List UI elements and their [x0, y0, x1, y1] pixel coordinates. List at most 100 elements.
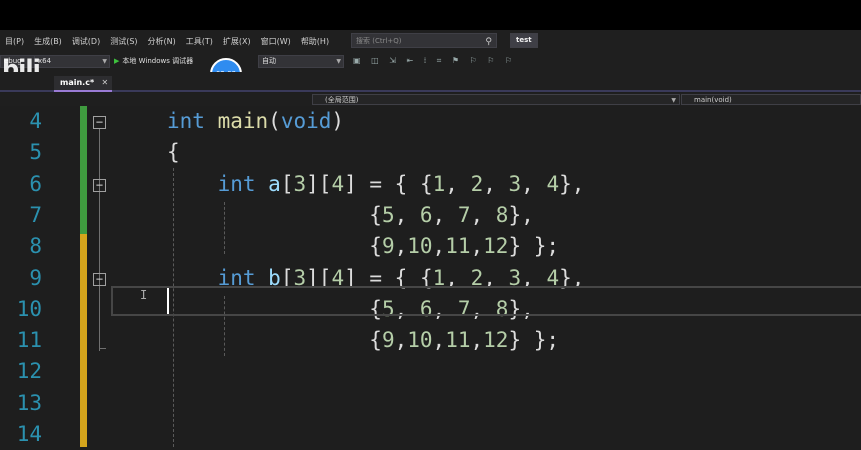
code-token: 3 — [293, 171, 307, 196]
function-dropdown[interactable]: main(void) — [681, 94, 861, 105]
menu-item-1[interactable]: 生成(B) — [29, 36, 67, 47]
code-line[interactable]: 7 {5, 6, 7, 8}, — [0, 200, 861, 231]
code-token: 2 — [470, 171, 484, 196]
code-token: int — [167, 109, 205, 133]
code-token: , — [394, 202, 420, 227]
code-token: , — [432, 328, 446, 353]
project-name-badge[interactable]: test — [510, 33, 538, 48]
search-input[interactable]: 搜索 (Ctrl+Q) ⚲ — [351, 33, 497, 48]
code-token: ( — [268, 109, 281, 133]
chevron-down-icon: ▼ — [336, 58, 341, 65]
tab-main-c[interactable]: main.c* ✕ — [54, 76, 113, 92]
menu-item-3[interactable]: 测试(S) — [105, 36, 142, 47]
menu-item-2[interactable]: 调试(D) — [67, 36, 105, 47]
code-line[interactable]: 6 int a[3][4] = { {1, 2, 3, 4}, — [0, 169, 861, 200]
code-text: { — [167, 137, 180, 168]
platform-dropdown[interactable]: x64 ▼ — [34, 55, 110, 68]
code-line[interactable]: 5{ — [0, 137, 861, 168]
code-token: { — [167, 234, 382, 259]
code-token: { — [167, 328, 382, 353]
code-token: , — [470, 234, 484, 259]
code-token: 12 — [483, 234, 509, 259]
code-line[interactable]: 4 int main(void) — [0, 106, 861, 137]
debug-mode-value: 自动 — [262, 57, 276, 65]
line-number: 4 — [29, 109, 42, 133]
close-icon[interactable]: ✕ — [101, 76, 108, 90]
code-token: a — [268, 171, 281, 196]
toolbar-icons[interactable]: ▣ ◫ ⇲ ⇤ ⁞ ⌗ ⚑ ⚐ ⚐ ⚐ — [353, 56, 516, 66]
navigation-bar: (全局范围) ▼ main(void) — [0, 93, 861, 106]
code-token: 7 — [457, 202, 471, 227]
current-line-highlight — [111, 286, 861, 316]
code-line[interactable]: 14 — [0, 419, 861, 450]
code-line[interactable]: 12 — [0, 356, 861, 387]
code-token: 10 — [407, 328, 433, 353]
tab-filename: main.c* — [60, 78, 95, 87]
code-line[interactable]: 8 {9,10,11,12} }; — [0, 231, 861, 262]
line-number: 11 — [16, 328, 42, 353]
code-token: 8 — [495, 202, 509, 227]
code-token: ) — [331, 109, 345, 133]
code-token: { — [167, 140, 180, 165]
code-line[interactable]: 11 {9,10,11,12} }; — [0, 325, 861, 356]
code-token: void — [280, 109, 332, 133]
code-token: , — [445, 171, 471, 196]
code-token: 10 — [407, 234, 433, 259]
code-text: {9,10,11,12} }; — [167, 325, 559, 356]
start-debugging-button[interactable]: ▶ 本地 Windows 调试器 — [114, 55, 193, 68]
line-number: 12 — [16, 359, 42, 384]
code-token: 12 — [483, 328, 509, 353]
line-number: 6 — [29, 171, 42, 196]
search-icon[interactable]: ⚲ — [485, 35, 492, 50]
line-number: 9 — [29, 265, 42, 290]
menu-item-7[interactable]: 窗口(W) — [256, 36, 296, 47]
code-token: 9 — [381, 328, 395, 353]
menu-item-5[interactable]: 工具(T) — [181, 36, 218, 47]
line-number: 7 — [29, 202, 42, 227]
menu-item-0[interactable]: 目(P) — [0, 36, 29, 47]
search-placeholder: 搜索 (Ctrl+Q) — [356, 37, 402, 45]
code-token: 11 — [445, 234, 471, 259]
line-number: 10 — [16, 296, 42, 321]
code-token: , — [521, 171, 547, 196]
code-text: {5, 6, 7, 8}, — [167, 200, 533, 231]
code-token: , — [432, 202, 458, 227]
code-token: 11 — [445, 328, 471, 353]
code-line[interactable]: 13 — [0, 388, 861, 419]
code-text: int main(void) — [167, 106, 344, 137]
code-token: ][ — [306, 171, 332, 196]
function-value: main(void) — [694, 96, 732, 104]
menu-item-6[interactable]: 扩展(X) — [218, 36, 256, 47]
play-icon: ▶ — [114, 57, 120, 65]
menu-item-4[interactable]: 分析(N) — [143, 36, 181, 47]
code-text: {9,10,11,12} }; — [167, 231, 559, 262]
code-text: int a[3][4] = { {1, 2, 3, 4}, — [167, 169, 585, 200]
code-token: , — [483, 171, 509, 196]
line-number: 5 — [29, 140, 42, 165]
code-token: 6 — [419, 202, 433, 227]
code-token: 3 — [508, 171, 522, 196]
code-token: , — [470, 202, 496, 227]
code-editor[interactable]: − − − 4 int main(void) 5{6 int a[3][4] = {… — [0, 106, 861, 447]
code-token: , — [394, 328, 408, 353]
chevron-down-icon: ▼ — [102, 58, 107, 65]
code-token: , — [394, 234, 408, 259]
code-token: 9 — [381, 234, 395, 259]
code-token: 1 — [432, 171, 446, 196]
run-label: 本地 Windows 调试器 — [122, 57, 194, 65]
platform-value: x64 — [38, 57, 52, 65]
debug-mode-dropdown[interactable]: 自动 ▼ — [258, 55, 344, 68]
code-token: , — [470, 328, 484, 353]
code-token: } }; — [508, 234, 560, 259]
menu-item-8[interactable]: 帮助(H) — [296, 36, 334, 47]
code-token: 4 — [546, 171, 560, 196]
chevron-down-icon: ▼ — [671, 97, 676, 104]
scope-dropdown[interactable]: (全局范围) ▼ — [312, 94, 680, 105]
code-token: int — [217, 171, 256, 196]
code-token: 4 — [331, 171, 345, 196]
line-number: 13 — [16, 390, 42, 415]
code-token: { — [167, 202, 382, 227]
toolbar: ebug ▼ x64 ▼ ▶本地 Windows 调试器 自动 ▼ ▣ ◫ ⇲ … — [0, 52, 861, 72]
code-token: , — [432, 234, 446, 259]
